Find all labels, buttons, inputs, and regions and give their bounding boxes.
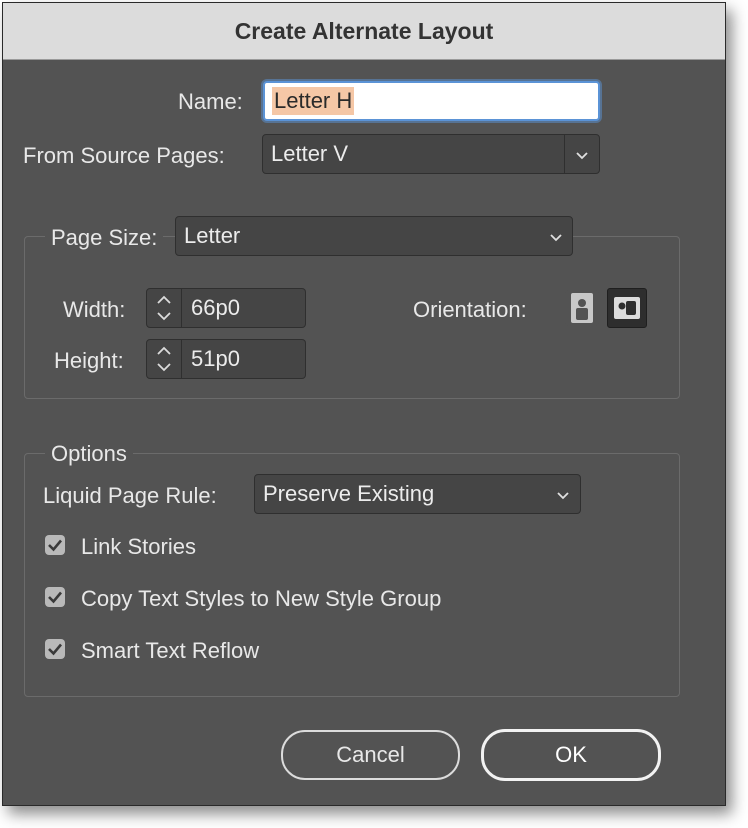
- checkmark-icon: [48, 643, 62, 656]
- liquid-page-rule-dropdown[interactable]: Preserve Existing: [254, 474, 581, 514]
- checkmark-icon: [48, 539, 62, 552]
- stepper-arrows-icon[interactable]: [147, 289, 181, 327]
- checkmark-icon: [48, 591, 62, 604]
- name-input-value: Letter H: [272, 87, 355, 115]
- width-label: Width:: [63, 297, 126, 322]
- liquid-page-rule-label: Liquid Page Rule:: [43, 483, 217, 508]
- copy-text-styles-checkbox[interactable]: [45, 587, 65, 607]
- source-pages-divider: [564, 135, 565, 173]
- portrait-icon: [571, 293, 593, 323]
- create-alternate-layout-dialog: Create Alternate Layout Name: Letter H F…: [2, 2, 726, 806]
- options-legend: Options: [45, 441, 133, 467]
- smart-text-reflow-label[interactable]: Smart Text Reflow: [81, 638, 259, 664]
- chevron-down-icon[interactable]: [576, 149, 588, 161]
- chevron-down-icon[interactable]: [550, 231, 562, 243]
- stepper-arrows-icon[interactable]: [147, 340, 181, 378]
- width-value: 66p0: [191, 295, 240, 320]
- width-stepper[interactable]: [146, 288, 182, 328]
- height-stepper[interactable]: [146, 339, 182, 379]
- width-input[interactable]: 66p0: [182, 288, 306, 328]
- page-size-label: Page Size:: [45, 225, 164, 251]
- source-pages-value: Letter V: [271, 141, 349, 166]
- height-input[interactable]: 51p0: [182, 339, 306, 379]
- landscape-icon: [614, 297, 640, 319]
- link-stories-checkbox[interactable]: [45, 535, 65, 555]
- source-pages-label: From Source Pages:: [23, 143, 225, 168]
- height-value: 51p0: [191, 346, 240, 371]
- page-size-value: Letter: [184, 223, 241, 248]
- page-size-dropdown[interactable]: Letter: [175, 216, 573, 256]
- name-label: Name:: [178, 89, 243, 114]
- dialog-title: Create Alternate Layout: [3, 3, 725, 60]
- name-input[interactable]: Letter H: [263, 81, 600, 121]
- smart-text-reflow-checkbox[interactable]: [45, 639, 65, 659]
- source-pages-dropdown[interactable]: Letter V: [262, 134, 600, 174]
- ok-button[interactable]: OK: [481, 729, 661, 781]
- copy-text-styles-label[interactable]: Copy Text Styles to New Style Group: [81, 586, 441, 612]
- landscape-orientation-button[interactable]: [607, 288, 647, 328]
- portrait-orientation-button[interactable]: [565, 290, 599, 326]
- chevron-down-icon[interactable]: [557, 489, 569, 501]
- height-label: Height:: [54, 348, 124, 373]
- cancel-button[interactable]: Cancel: [281, 730, 460, 780]
- orientation-label: Orientation:: [413, 297, 527, 322]
- liquid-page-rule-value: Preserve Existing: [263, 481, 435, 506]
- link-stories-label[interactable]: Link Stories: [81, 534, 196, 560]
